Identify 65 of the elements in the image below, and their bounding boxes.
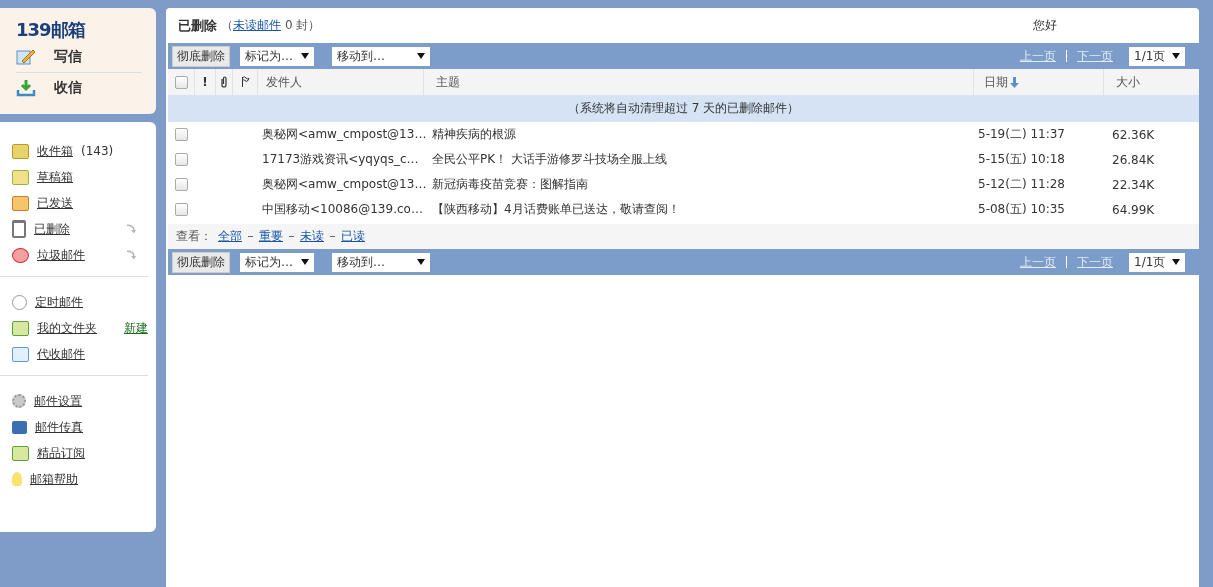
size: 22.34K — [1112, 177, 1155, 192]
paren: （ — [221, 17, 233, 34]
page-select[interactable]: 1/1页 — [1129, 252, 1185, 272]
dropdown[interactable]: 标记为… — [240, 252, 314, 272]
page-select[interactable]: 1/1页 — [1129, 46, 1185, 66]
logo: 139邮箱 — [16, 18, 87, 42]
folder-link[interactable]: 垃圾邮件 — [37, 246, 85, 264]
folder-link[interactable]: 已删除 — [34, 220, 70, 238]
filter-link[interactable]: 已读 — [341, 228, 365, 245]
folder-title: 已删除 — [178, 16, 217, 35]
new-folder-link[interactable]: 新建 — [124, 319, 148, 337]
filter-link[interactable]: 未读 — [300, 228, 324, 245]
folder-link[interactable]: 邮件传真 — [35, 418, 83, 436]
folder-link[interactable]: 收件箱 — [37, 142, 73, 160]
subject[interactable]: 精神疾病的根源 — [432, 126, 516, 143]
size: 26.84K — [1112, 152, 1155, 167]
compose-link[interactable]: 收信 — [54, 79, 82, 97]
size: 64.99K — [1112, 202, 1155, 217]
subject[interactable]: 全民公平PK！ 大话手游修罗斗技场全服上线 — [432, 151, 667, 168]
sender[interactable]: 中国移动<10086@139.co… — [262, 201, 423, 218]
select-all-checkbox[interactable] — [174, 75, 188, 89]
sender[interactable]: 奥秘网<amw_cmpost@13… — [262, 126, 427, 143]
row-checkbox[interactable] — [174, 203, 188, 216]
paperclip-icon — [220, 76, 228, 88]
folder-link[interactable]: 精品订阅 — [37, 444, 85, 462]
compose-link[interactable]: 写信 — [54, 48, 82, 66]
date: 5-15(五) 10:18 — [978, 151, 1065, 168]
column-header[interactable]: 日期 — [984, 73, 1008, 91]
row-checkbox[interactable] — [174, 153, 188, 166]
delete-button[interactable]: 彻底删除 — [172, 251, 230, 273]
folder-link[interactable]: 已发送 — [37, 194, 73, 212]
unread-count: 0 封） — [285, 17, 321, 34]
size: 62.36K — [1112, 127, 1155, 142]
row-checkbox[interactable] — [174, 128, 188, 141]
folder-link[interactable]: 代收邮件 — [37, 345, 85, 363]
pencil-icon — [16, 48, 36, 66]
dropdown[interactable]: 标记为… — [240, 46, 314, 66]
dropdown[interactable]: 移动到… — [332, 252, 430, 272]
unread-link[interactable]: 未读邮件 — [233, 17, 281, 34]
sender[interactable]: 17173游戏资讯<yqyqs_c… — [262, 151, 419, 168]
folder-link[interactable]: 邮箱帮助 — [30, 470, 78, 488]
flag-icon — [240, 76, 250, 88]
folder-link[interactable]: 草稿箱 — [37, 168, 73, 186]
greeting: 您好 — [1033, 17, 1057, 34]
curved-arrow-icon[interactable] — [126, 224, 136, 234]
folder-count: (143) — [81, 144, 114, 158]
view-label: 查看： — [176, 228, 212, 245]
notice: （系统将自动清理超过 7 天的已删除邮件） — [168, 95, 1199, 122]
subject[interactable]: 新冠病毒疫苗竞赛：图解指南 — [432, 176, 588, 193]
filter-link[interactable]: 重要 — [259, 228, 283, 245]
curved-arrow-icon[interactable] — [126, 250, 136, 260]
dropdown[interactable]: 移动到… — [332, 46, 430, 66]
filter-link[interactable]: 全部 — [218, 228, 242, 245]
folder-link[interactable]: 邮件设置 — [34, 392, 82, 410]
sender[interactable]: 奥秘网<amw_cmpost@13… — [262, 176, 427, 193]
row-checkbox[interactable] — [174, 178, 188, 191]
sort-down-icon[interactable] — [1010, 76, 1019, 88]
folder-link[interactable]: 定时邮件 — [35, 293, 83, 311]
date: 5-19(二) 11:37 — [978, 126, 1065, 143]
folder-link[interactable]: 我的文件夹 — [37, 319, 97, 337]
subject[interactable]: 【陕西移动】4月话费账单已送达，敬请查阅！ — [432, 201, 680, 218]
date: 5-08(五) 10:35 — [978, 201, 1065, 218]
delete-button[interactable]: 彻底删除 — [172, 45, 230, 67]
date: 5-12(二) 11:28 — [978, 176, 1065, 193]
download-icon — [16, 79, 36, 97]
